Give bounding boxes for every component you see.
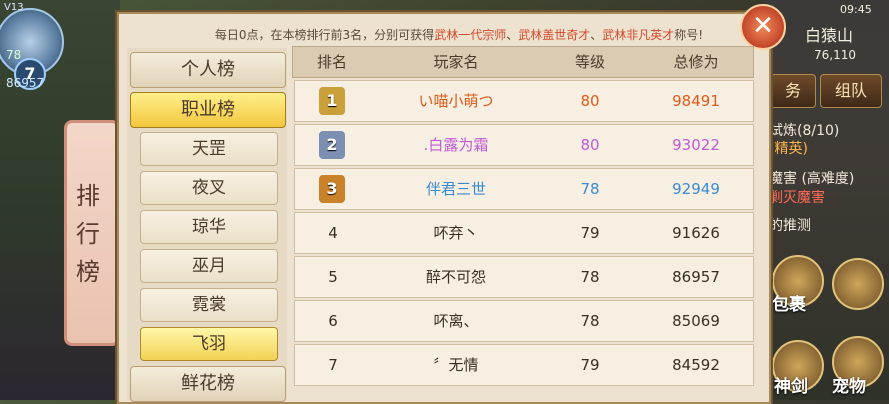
- table-row[interactable]: 1 い喵小萌つ 80 98491: [294, 80, 754, 122]
- map-coords: 76,110: [814, 48, 856, 62]
- rank-cell: 3: [295, 169, 371, 209]
- header-rank: 排名: [316, 53, 347, 71]
- header-level: 等级: [574, 53, 605, 71]
- table-header: 排名 玩家名 等级 总修为: [292, 46, 754, 78]
- task-button[interactable]: 务: [770, 74, 816, 108]
- tab-profession[interactable]: 职业榜: [130, 92, 286, 128]
- quest-line[interactable]: (精英): [769, 138, 808, 158]
- rank-number: 1: [326, 91, 338, 110]
- player-power: 92949: [672, 180, 720, 198]
- rank-cell: 5: [328, 268, 338, 286]
- player-name[interactable]: 吥弃丶: [371, 213, 541, 253]
- tab-flower[interactable]: 鲜花榜: [130, 366, 286, 402]
- table-row[interactable]: 4 吥弃丶 79 91626: [294, 212, 754, 254]
- subtab-wuyue[interactable]: 巫月: [140, 249, 278, 283]
- sword-label: 神剑: [774, 377, 808, 397]
- team-button[interactable]: 组队: [820, 74, 882, 108]
- rank-medal-icon: 1: [319, 87, 345, 115]
- header-power: 总修为: [673, 53, 719, 71]
- close-menu-icon[interactable]: [832, 258, 884, 310]
- player-power: 91626: [672, 224, 720, 242]
- player-power: 84592: [672, 356, 720, 374]
- player-level: 80: [580, 136, 600, 154]
- table-row[interactable]: 5 醉不可怨 78 86957: [294, 256, 754, 298]
- rank-number: 2: [326, 135, 338, 154]
- notice-suffix: 称号!: [674, 28, 704, 42]
- player-level: 79: [580, 224, 600, 242]
- player-level: 80: [580, 92, 600, 110]
- title-reward: 武林非凡英才: [602, 28, 675, 42]
- table-row[interactable]: 3 伴君三世 78 92949: [294, 168, 754, 210]
- rank-cell: 6: [328, 312, 338, 330]
- table-row[interactable]: 7 〞无情 79 84592: [294, 344, 754, 386]
- player-name[interactable]: い喵小萌つ: [371, 81, 541, 121]
- ribbon-char: 行: [76, 220, 100, 248]
- player-power: 93022: [672, 136, 720, 154]
- title-reward: 武林一代宗师: [434, 28, 507, 42]
- player-level: 78: [580, 312, 600, 330]
- subtab-tiangang[interactable]: 天罡: [140, 132, 278, 166]
- header-player: 玩家名: [433, 53, 479, 71]
- notice-prefix: 每日0点，在本榜排行前3名，分别可获得: [214, 28, 435, 42]
- player-name[interactable]: 醉不可怨: [371, 257, 541, 297]
- close-button[interactable]: ✕: [740, 4, 786, 50]
- pet-label: 宠物: [832, 377, 866, 397]
- player-level: 79: [580, 356, 600, 374]
- quest-line[interactable]: 魔害 (高难度): [769, 168, 854, 188]
- rank-number: 3: [326, 179, 338, 198]
- map-name: 白猿山: [805, 26, 854, 45]
- rank-medal-icon: 2: [319, 131, 345, 159]
- reward-notice: 每日0点，在本榜排行前3名，分别可获得武林一代宗师、武林盖世奇才、武林非凡英才称…: [214, 28, 704, 42]
- player-name[interactable]: .白露为霜: [371, 125, 541, 165]
- ribbon-char: 排: [76, 182, 100, 210]
- table-row[interactable]: 2 .白露为霜 80 93022: [294, 124, 754, 166]
- player-level: 78: [6, 48, 22, 62]
- subtab-qionghua[interactable]: 琼华: [140, 210, 278, 244]
- player-power: 86957: [672, 268, 720, 286]
- quest-line[interactable]: 的推测: [769, 215, 811, 235]
- tab-personal[interactable]: 个人榜: [130, 52, 286, 88]
- subtab-feiyu[interactable]: 飞羽: [140, 327, 278, 361]
- player-power: 98491: [672, 92, 720, 110]
- player-level: 78: [580, 268, 600, 286]
- quest-line[interactable]: 剿灭魔害: [769, 187, 825, 207]
- player-name[interactable]: 〞无情: [371, 345, 541, 385]
- player-power: 85069: [672, 312, 720, 330]
- clock: 09:45: [840, 3, 872, 16]
- rank-cell: 1: [295, 81, 371, 121]
- player-name[interactable]: 伴君三世: [371, 169, 541, 209]
- subtab-nichang[interactable]: 霓裳: [140, 288, 278, 322]
- rank-cell: 4: [328, 224, 338, 242]
- ribbon-char: 榜: [76, 258, 100, 286]
- table-row[interactable]: 6 吥离、 78 85069: [294, 300, 754, 342]
- rank-medal-icon: 3: [319, 175, 345, 203]
- rank-cell: 7: [328, 356, 338, 374]
- subtab-yecha[interactable]: 夜叉: [140, 171, 278, 205]
- title-reward: 武林盖世奇才: [518, 28, 591, 42]
- bag-label: 包裹: [772, 295, 806, 315]
- version-label: V13: [4, 2, 24, 13]
- quest-line[interactable]: 试炼(8/10): [769, 120, 839, 140]
- rank-cell: 2: [295, 125, 371, 165]
- player-name[interactable]: 吥离、: [371, 301, 541, 341]
- player-level: 78: [580, 180, 600, 198]
- player-id: 86957: [6, 76, 45, 90]
